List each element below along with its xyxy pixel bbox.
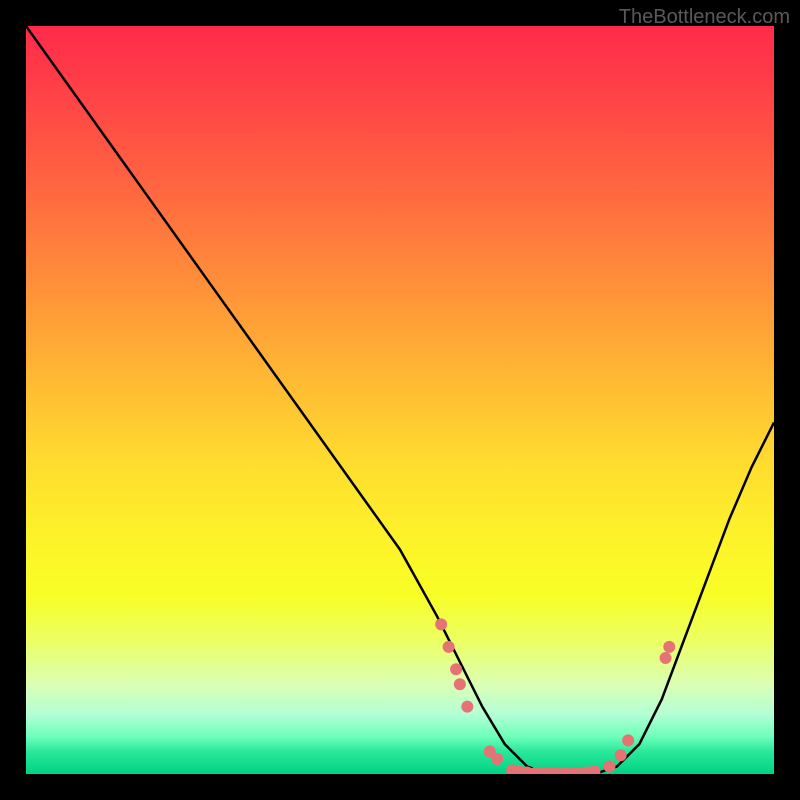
data-point	[603, 761, 615, 773]
data-point	[435, 618, 447, 630]
data-markers	[435, 618, 675, 774]
plot-area	[26, 26, 774, 774]
data-point	[491, 753, 503, 765]
data-point	[454, 678, 466, 690]
chart-svg	[26, 26, 774, 774]
data-point	[660, 652, 672, 664]
data-point	[588, 765, 600, 774]
data-point	[615, 749, 627, 761]
data-point	[663, 641, 675, 653]
data-point	[443, 641, 455, 653]
data-point	[461, 701, 473, 713]
data-point	[622, 734, 634, 746]
data-point	[450, 663, 462, 675]
watermark-text: TheBottleneck.com	[619, 6, 790, 29]
